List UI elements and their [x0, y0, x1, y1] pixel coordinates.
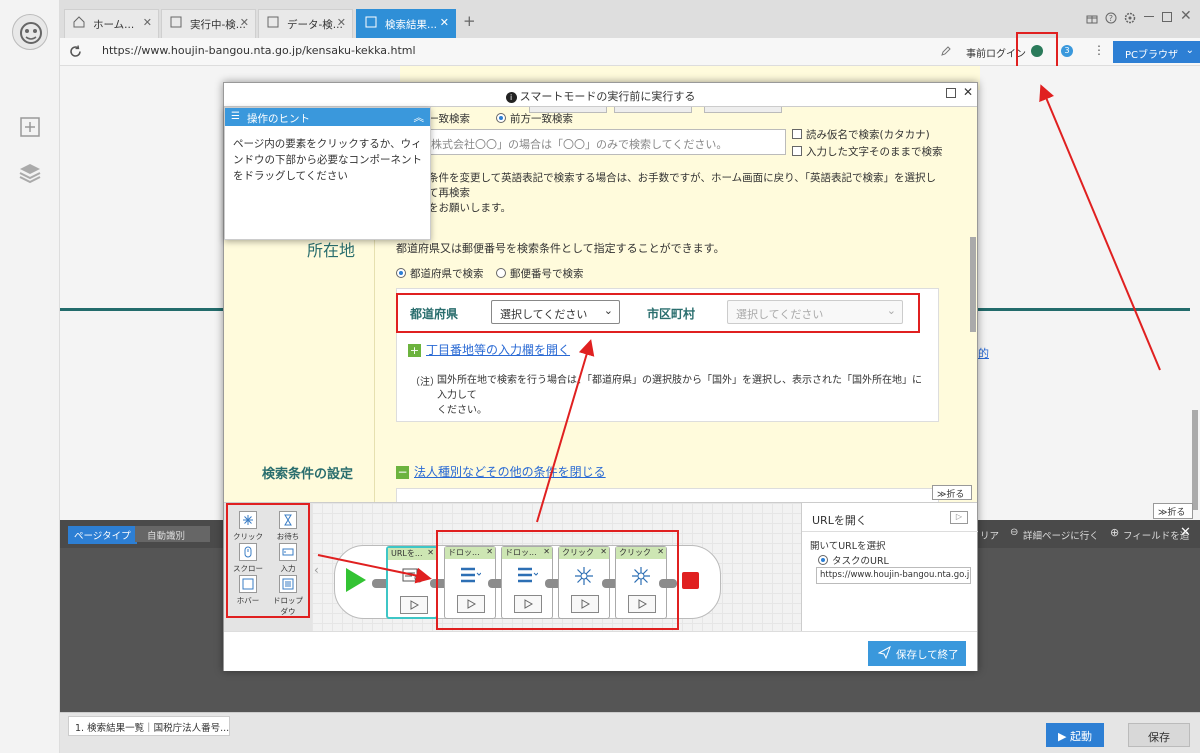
arrow-to-record [1039, 84, 1161, 371]
arrow-to-node [317, 554, 432, 584]
arrow-to-prefecture [536, 339, 595, 523]
annotation-arrows [317, 84, 1161, 584]
